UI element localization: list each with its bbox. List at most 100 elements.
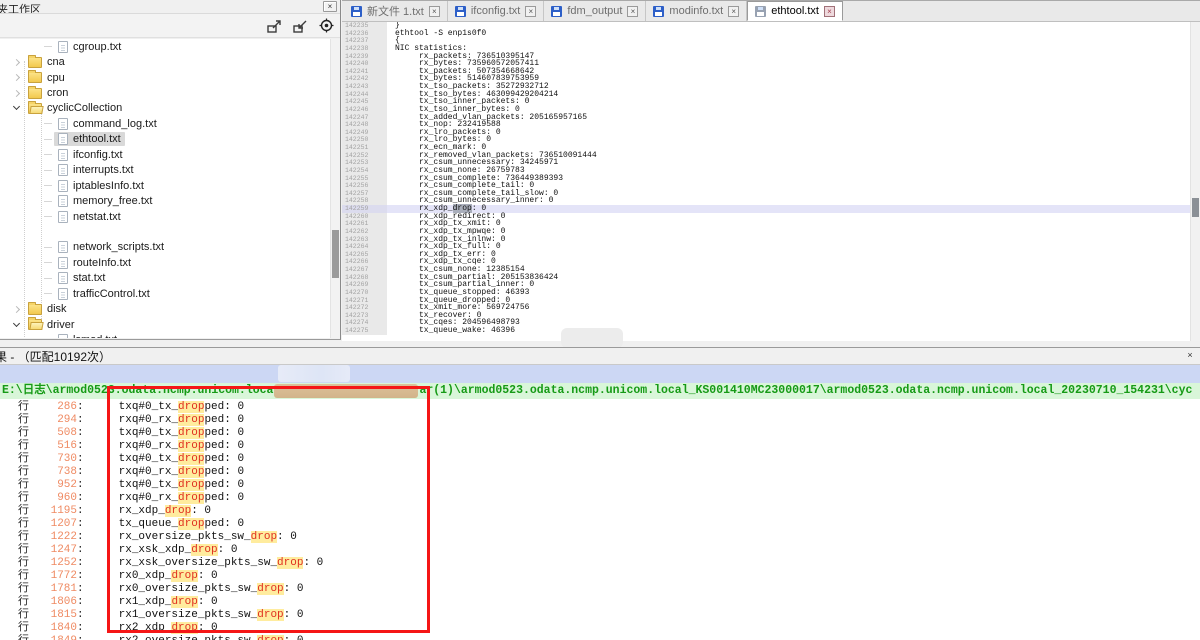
editor-tab[interactable]: ifconfig.txt × [448, 1, 545, 21]
line-number: 142272 [342, 304, 387, 312]
line-number: 142271 [342, 297, 387, 305]
tree-item[interactable]: lsmod.txt [0, 332, 330, 338]
row-line-number: 1806 [29, 596, 77, 609]
tab-close-icon[interactable]: × [429, 6, 440, 17]
line-number: 142265 [342, 251, 387, 259]
tree-connector [44, 170, 52, 171]
tree-item[interactable]: driver [0, 317, 330, 332]
collapse-all-icon[interactable] [293, 19, 309, 33]
chevron-icon[interactable] [13, 59, 20, 66]
row-colon: : [77, 518, 84, 531]
row-line-number: 960 [29, 492, 77, 505]
tree-item[interactable]: trafficControl.txt [0, 286, 330, 301]
item-icon [58, 164, 68, 176]
redaction-blur [561, 328, 623, 348]
editor-scrollbar[interactable] [1190, 22, 1200, 341]
tree-item[interactable]: stat.txt [0, 271, 330, 286]
line-number: 142258 [342, 197, 387, 205]
tab-close-icon[interactable]: × [627, 6, 638, 17]
chevron-icon[interactable] [13, 306, 20, 313]
tab-label: fdm_output [567, 5, 622, 17]
tab-close-icon[interactable]: × [728, 6, 739, 17]
tree-item[interactable]: cgroup.txt [0, 39, 330, 54]
expand-all-icon[interactable] [267, 19, 283, 33]
row-line-prefix: 行 [18, 634, 29, 640]
results-close-button[interactable]: × [1184, 350, 1196, 362]
row-colon: : [77, 505, 84, 518]
tree-item[interactable]: command_log.txt [0, 116, 330, 131]
tree-item[interactable]: cyclicCollection [0, 101, 330, 116]
editor-tab[interactable]: ethtool.txt × [747, 1, 843, 21]
tree-item[interactable]: routeInfo.txt [0, 255, 330, 270]
tree-item[interactable]: network_scripts.txt [0, 240, 330, 255]
floppy-save-icon [351, 6, 362, 17]
tab-close-icon[interactable]: × [824, 6, 835, 17]
item-icon [58, 334, 68, 338]
editor-line: 142237 { [342, 37, 1200, 45]
tree-item[interactable]: netstat.txt [0, 209, 330, 224]
row-line-number: 738 [29, 466, 77, 479]
search-summary-line[interactable]: 搜索 "drop" （1个文件中匹配到10192次，总计 [0, 365, 1200, 383]
row-line-prefix: 行 [18, 465, 29, 478]
locate-file-icon[interactable] [319, 18, 334, 33]
tree-connector [44, 247, 52, 248]
line-number: 142256 [342, 182, 387, 190]
editor-body[interactable]: 142235 } 142236 ethtool -S enp1s0f0 1422… [342, 22, 1200, 341]
row-line-prefix: 行 [18, 543, 29, 556]
workspace-scrollbar-thumb[interactable] [332, 230, 339, 278]
chevron-icon[interactable] [13, 89, 20, 96]
row-line-prefix: 行 [18, 413, 29, 426]
line-number: 142236 [342, 30, 387, 38]
line-number: 142235 [342, 22, 387, 30]
floppy-save-icon [653, 6, 664, 17]
tree-item[interactable]: cron [0, 85, 330, 100]
tree-item[interactable] [0, 224, 330, 239]
workspace-close-button[interactable]: × [323, 1, 337, 12]
tree-item[interactable]: memory_free.txt [0, 193, 330, 208]
row-line-prefix: 行 [18, 400, 29, 413]
tree-item[interactable]: interrupts.txt [0, 163, 330, 178]
tree-connector [44, 278, 52, 279]
tree-item[interactable]: disk [0, 301, 330, 316]
row-colon: : [77, 492, 84, 505]
search-results-panel: 搜索结果 - （匹配10192次） × 搜索 "drop" （1个文件中匹配到1… [0, 347, 1200, 640]
editor-tab[interactable]: 新文件 1.txt × [344, 1, 448, 21]
item-icon [28, 88, 42, 99]
tree-item[interactable]: ethtool.txt [0, 132, 330, 147]
editor-tab[interactable]: fdm_output × [544, 1, 646, 21]
tab-label: ethtool.txt [771, 5, 819, 17]
row-line-number: 508 [29, 427, 77, 440]
row-line-prefix: 行 [18, 426, 29, 439]
row-line-prefix: 行 [18, 569, 29, 582]
results-titlebar: 搜索结果 - （匹配10192次） × [0, 348, 1200, 365]
row-line-number: 1207 [29, 518, 77, 531]
tab-close-icon[interactable]: × [525, 6, 536, 17]
tree-item[interactable]: ifconfig.txt [0, 147, 330, 162]
tree-connector [44, 201, 52, 202]
workspace-titlebar: 文件夹工作区 × [0, 0, 340, 14]
editor-line: 142236 ethtool -S enp1s0f0 [342, 30, 1200, 38]
line-number: 142253 [342, 159, 387, 167]
line-number: 142259 [342, 205, 387, 213]
row-colon: : [77, 596, 84, 609]
item-icon [58, 241, 68, 253]
chevron-icon[interactable] [13, 320, 20, 327]
chevron-icon[interactable] [13, 74, 20, 81]
search-result-row[interactable]: 行 1849 : rx2_oversize_pkts_sw_drop: 0 [0, 634, 1200, 640]
row-colon: : [77, 609, 84, 622]
chevron-icon[interactable] [13, 103, 20, 110]
workspace-tree[interactable]: cgroup.txt cna cpu cron cyclicCollection [0, 39, 330, 338]
line-number: 142273 [342, 312, 387, 320]
editor-tab[interactable]: modinfo.txt × [646, 1, 747, 21]
line-number: 142264 [342, 243, 387, 251]
row-colon: : [77, 635, 84, 640]
editor-scrollbar-thumb[interactable] [1192, 198, 1199, 217]
row-line-number: 1252 [29, 557, 77, 570]
tree-item-label: memory_free.txt [73, 195, 152, 207]
row-line-prefix: 行 [18, 556, 29, 569]
tree-item-label: interrupts.txt [73, 164, 134, 176]
tree-item[interactable]: cpu [0, 70, 330, 85]
tree-item[interactable]: iptablesInfo.txt [0, 178, 330, 193]
tree-item[interactable]: cna [0, 54, 330, 69]
workspace-scrollbar[interactable] [330, 39, 340, 338]
